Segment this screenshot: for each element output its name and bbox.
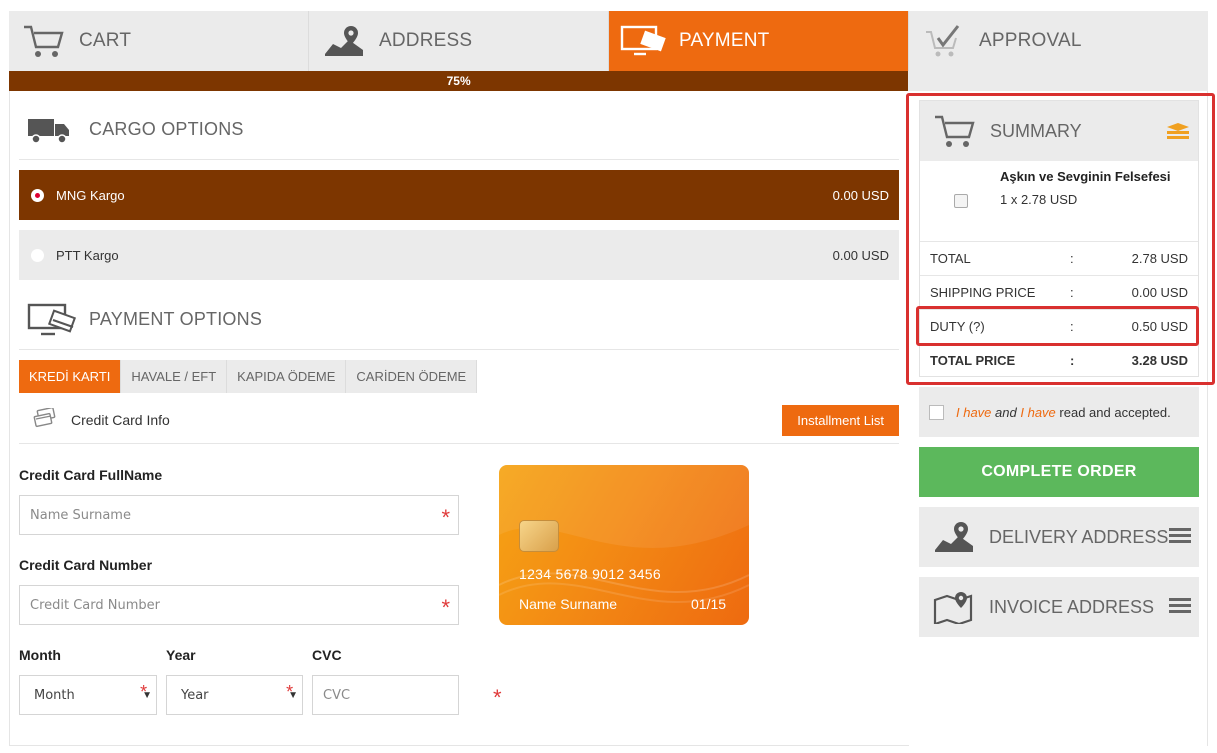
month-label: Month <box>19 647 61 663</box>
cargo-radio-ptt[interactable] <box>31 248 44 262</box>
checkout-steps: CART ADDRESS PAYMENT APPROVAL <box>9 11 1208 71</box>
card-number-preview: 1234 5678 9012 3456 <box>519 566 661 582</box>
step-payment[interactable]: PAYMENT <box>609 11 909 71</box>
fullname-input[interactable] <box>20 496 442 534</box>
payment-options-header: PAYMENT OPTIONS <box>19 290 899 350</box>
monitor-card-icon <box>19 302 89 338</box>
map-pin-icon <box>919 520 989 554</box>
complete-order-button[interactable]: COMPLETE ORDER <box>919 447 1199 497</box>
cargo-options-title: CARGO OPTIONS <box>89 119 244 139</box>
payment-tabs: KREDİ KARTI HAVALE / EFT KAPIDA ÖDEME CA… <box>19 360 478 393</box>
hamburger-menu-icon[interactable] <box>1169 527 1191 548</box>
installment-list-button[interactable]: Installment List <box>782 404 899 436</box>
cvc-field: * <box>312 675 502 715</box>
monitor-card-icon <box>609 11 679 71</box>
credit-card-preview: 1234 5678 9012 3456 Name Surname 01/15 <box>499 465 749 625</box>
chevron-down-icon: ▼ * <box>140 681 152 702</box>
step-cart-label: CART <box>79 30 132 51</box>
map-pin-icon <box>309 11 379 71</box>
year-label: Year <box>166 647 196 663</box>
card-number-input[interactable] <box>20 586 442 624</box>
required-mark: * <box>441 505 450 530</box>
cargo-options-header: CARGO OPTIONS <box>19 100 899 160</box>
year-select-value: Year <box>181 687 209 703</box>
fullname-label: Credit Card FullName <box>19 467 163 483</box>
required-mark: * <box>493 685 502 710</box>
cart-icon <box>9 11 79 71</box>
delivery-address-title: DELIVERY ADDRESS <box>989 526 1169 547</box>
invoice-address-panel[interactable]: INVOICE ADDRESS <box>919 577 1199 637</box>
truck-icon <box>19 116 89 144</box>
step-payment-label: PAYMENT <box>679 30 770 51</box>
step-approval-label: APPROVAL <box>979 30 1082 51</box>
month-select[interactable]: Month ▼ * <box>19 675 157 715</box>
hamburger-menu-icon[interactable] <box>1169 597 1191 618</box>
agreement-link-2[interactable]: I have <box>1020 405 1055 420</box>
map-location-icon <box>919 590 989 624</box>
highlight-duty-outline <box>916 306 1199 346</box>
agreement-row: I have and I have read and accepted. <box>919 387 1199 437</box>
step-address[interactable]: ADDRESS <box>309 11 609 71</box>
step-address-label: ADDRESS <box>379 30 473 51</box>
cargo-name: MNG Kargo <box>56 187 125 203</box>
step-approval[interactable]: APPROVAL <box>909 11 1208 71</box>
checkmark-cart-icon <box>909 11 979 71</box>
cvc-input[interactable] <box>313 676 493 714</box>
agreement-checkbox[interactable] <box>929 404 944 420</box>
cvc-label: CVC <box>312 647 342 663</box>
step-cart[interactable]: CART <box>9 11 309 71</box>
credit-card-info-bar: Credit Card Info Installment List <box>19 397 899 444</box>
agreement-suffix: read and accepted. <box>1059 404 1171 420</box>
card-holder-preview: Name Surname <box>519 596 618 612</box>
chevron-down-icon: ▼ * <box>286 681 298 702</box>
agreement-and: and <box>995 404 1017 420</box>
month-select-value: Month <box>34 687 75 703</box>
credit-cards-icon <box>19 406 71 433</box>
tab-havale-eft[interactable]: HAVALE / EFT <box>121 360 228 393</box>
fullname-field: * <box>19 495 459 535</box>
card-number-field: * <box>19 585 459 625</box>
credit-card-info-label: Credit Card Info <box>71 412 170 428</box>
card-chip-icon <box>519 520 559 552</box>
agreement-link-1[interactable]: I have <box>956 405 991 420</box>
cargo-option-mng[interactable]: MNG Kargo 0.00 USD <box>19 170 899 220</box>
cargo-option-ptt[interactable]: PTT Kargo 0.00 USD <box>19 230 899 280</box>
cargo-radio-mng[interactable] <box>31 188 44 202</box>
year-select[interactable]: Year ▼ * <box>166 675 303 715</box>
cargo-name: PTT Kargo <box>56 247 119 263</box>
tab-cariden-odeme[interactable]: CARİDEN ÖDEME <box>346 360 478 393</box>
payment-options-title: PAYMENT OPTIONS <box>89 309 263 329</box>
cargo-price: 0.00 USD <box>832 187 889 203</box>
card-number-label: Credit Card Number <box>19 557 153 573</box>
invoice-address-title: INVOICE ADDRESS <box>989 596 1155 617</box>
required-mark: * <box>441 595 450 620</box>
tab-kapida-odeme[interactable]: KAPIDA ÖDEME <box>227 360 347 393</box>
delivery-address-panel[interactable]: DELIVERY ADDRESS <box>919 507 1199 567</box>
card-expiry-preview: 01/15 <box>691 596 727 612</box>
cargo-price: 0.00 USD <box>832 247 889 263</box>
tab-kredi-karti[interactable]: KREDİ KARTI <box>19 360 122 393</box>
progress-text: 75% <box>446 74 471 88</box>
progress-bar: 75% <box>9 71 1208 91</box>
